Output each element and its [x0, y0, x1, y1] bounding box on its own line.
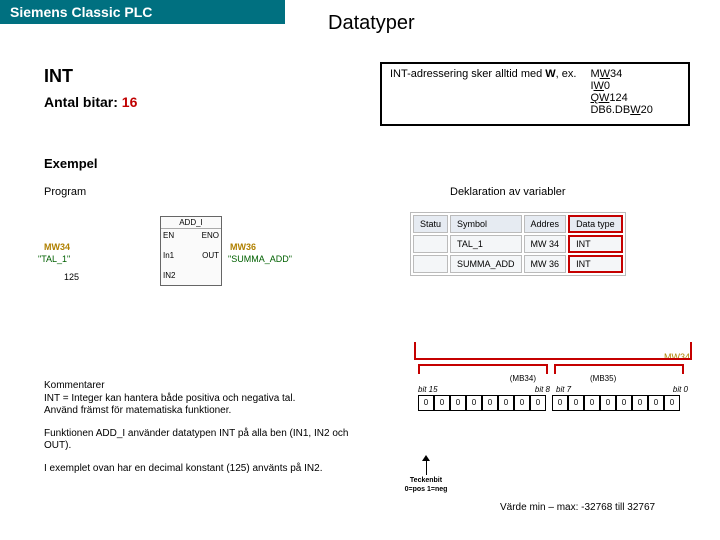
variables-label: Deklaration av variabler	[450, 186, 566, 198]
addressing-box: INT-adressering sker alltid med W, ex. M…	[380, 62, 690, 126]
bit0: bit 0	[673, 385, 688, 394]
th-datatype: Data type	[568, 215, 623, 233]
sig-mw36: MW36	[230, 242, 256, 252]
comment-line: Kommentarer	[44, 380, 105, 391]
byte-mb34: 00000000	[418, 395, 546, 411]
example-heading: Exempel	[44, 156, 97, 171]
th-symbol: Symbol	[450, 215, 522, 233]
page-title: Datatyper	[328, 12, 415, 35]
bit-count-label: Antal bitar:	[44, 94, 118, 110]
bit15: bit 15	[418, 385, 438, 394]
bit8: bit 8	[535, 385, 550, 394]
mb34-label: (MB34)	[510, 374, 536, 383]
sig-125: 125	[64, 272, 79, 282]
addressing-text: INT-adressering sker alltid med W, ex.	[390, 68, 576, 120]
program-label: Program	[44, 186, 86, 198]
port-out: OUT	[202, 251, 219, 260]
mb35-label: (MB35)	[590, 374, 616, 383]
port-in1: In1	[163, 251, 174, 260]
addr-ex: DB6.DBW20	[590, 104, 652, 116]
symbol-table: Statu Symbol Addres Data type TAL_1 MW 3…	[410, 212, 626, 276]
th-status: Statu	[413, 215, 448, 233]
bit-diagram: MW34 (MB34) (MB35) bit 15 bit 8 bit 7 bit …	[418, 352, 708, 411]
port-eno: ENO	[202, 231, 219, 240]
table-row: SUMMA_ADD MW 36 INT	[413, 255, 623, 273]
sig-tal1: "TAL_1"	[38, 254, 70, 264]
bit7: bit 7	[556, 385, 571, 394]
mw34-label: MW34	[418, 352, 708, 362]
fbd-block: ADD_I EN ENO In1 OUT IN2	[160, 216, 222, 286]
port-en: EN	[163, 231, 174, 240]
bit-count-value: 16	[122, 94, 138, 110]
byte-brackets	[418, 364, 708, 374]
th-address: Addres	[524, 215, 567, 233]
fbd-block-name: ADD_I	[161, 217, 221, 229]
sign-bit-label: Teckenbit	[410, 477, 442, 484]
comment-line: I exemplet ovan har en decimal konstant …	[44, 463, 374, 476]
comment-line: Funktionen ADD_I använder datatypen INT …	[44, 428, 374, 453]
sign-bit-pointer: Teckenbit 0=pos 1=neg	[416, 455, 436, 493]
addr-ex: MW34	[590, 68, 652, 80]
sig-summa: "SUMMA_ADD"	[228, 254, 292, 264]
fbd-diagram: ADD_I EN ENO In1 OUT IN2 MW34 "TAL_1" 12…	[90, 210, 280, 310]
value-range: Värde min – max: -32768 till 32767	[500, 502, 655, 513]
addressing-examples: MW34 IW0 QW124 DB6.DBW20	[590, 68, 652, 120]
port-in2: IN2	[163, 271, 175, 280]
byte-mb35: 00000000	[552, 395, 680, 411]
bit-count: Antal bitar: 16	[44, 94, 137, 110]
addr-ex: QW124	[590, 92, 652, 104]
sign-bit-values: 0=pos 1=neg	[405, 486, 448, 493]
table-header-row: Statu Symbol Addres Data type	[413, 215, 623, 233]
comment-line: Använd främst för matematiska funktioner…	[44, 405, 231, 416]
addr-ex: IW0	[590, 80, 652, 92]
brand-header: Siemens Classic PLC	[0, 0, 285, 24]
comments-block: Kommentarer INT = Integer kan hantera bå…	[44, 380, 374, 485]
table-row: TAL_1 MW 34 INT	[413, 235, 623, 253]
comment-line: INT = Integer kan hantera både positiva …	[44, 393, 295, 404]
datatype-name: INT	[44, 66, 73, 87]
sig-mw34: MW34	[44, 242, 70, 252]
